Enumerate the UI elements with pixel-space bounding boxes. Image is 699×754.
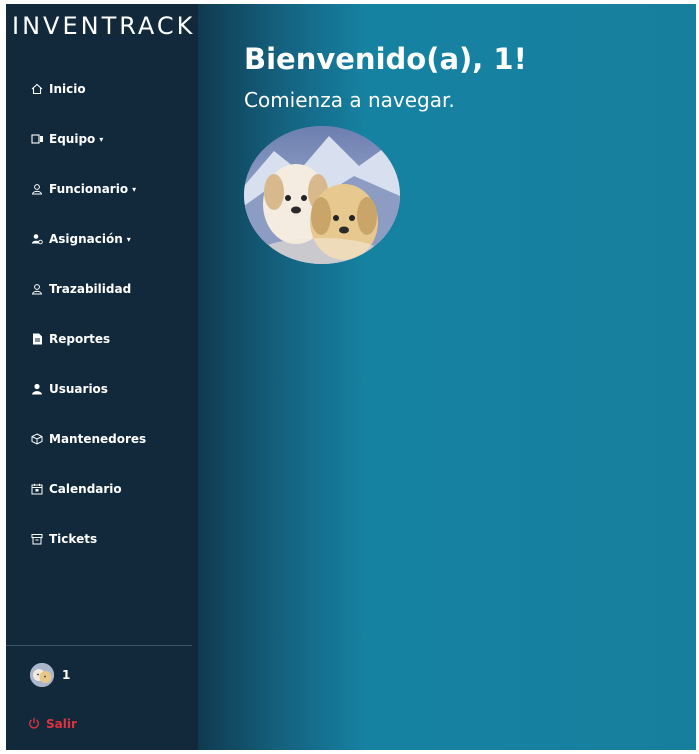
sidebar-item-tickets[interactable]: Tickets [6,524,198,554]
power-icon [28,717,40,732]
sidebar-item-label: Funcionario [49,182,129,196]
logout-button[interactable]: Salir [28,710,77,738]
brand-logo[interactable]: INVENTRACK [12,12,194,48]
user-filled-icon [30,382,44,396]
page-subtitle: Comienza a navegar. [244,88,455,112]
person-outline-icon [30,282,44,296]
sidebar-item-label: Tickets [49,532,98,546]
sidebar-item-label: Asignación [49,232,123,246]
home-icon [30,82,44,96]
user-name: 1 [62,668,71,682]
calendar-icon [30,482,44,496]
sidebar: INVENTRACK Inicio Equipo ▾ Funcionario ▾… [6,4,198,750]
chevron-down-icon: ▾ [132,184,137,194]
user-profile[interactable]: 1 [30,660,70,690]
sidebar-item-reportes[interactable]: Reportes [6,324,198,354]
sidebar-item-label: Inicio [49,82,86,96]
profile-picture [244,126,400,264]
sidebar-item-funcionario[interactable]: Funcionario ▾ [6,174,198,204]
sidebar-item-label: Calendario [49,482,122,496]
file-icon [30,332,44,346]
sidebar-item-equipo[interactable]: Equipo ▾ [6,124,198,154]
app-frame: INVENTRACK Inicio Equipo ▾ Funcionario ▾… [6,4,696,750]
chevron-down-icon: ▾ [99,134,104,144]
sidebar-item-calendario[interactable]: Calendario [6,474,198,504]
page-title: Bienvenido(a), 1! [244,42,527,76]
avatar [30,663,54,687]
archive-icon [30,532,44,546]
cube-icon [30,432,44,446]
sidebar-item-asignacion[interactable]: Asignación ▾ [6,224,198,254]
main-content: Bienvenido(a), 1! Comienza a navegar. [198,4,696,750]
logout-label: Salir [46,717,77,731]
user-assign-icon [30,232,44,246]
sidebar-item-label: Reportes [49,332,111,346]
sidebar-item-label: Usuarios [49,382,108,396]
sidebar-item-label: Mantenedores [49,432,147,446]
sidebar-item-label: Trazabilidad [49,282,132,296]
sidebar-item-usuarios[interactable]: Usuarios [6,374,198,404]
sidebar-item-label: Equipo [49,132,96,146]
person-outline-icon [30,182,44,196]
sidebar-item-mantenedores[interactable]: Mantenedores [6,424,198,454]
device-icon [30,132,44,146]
sidebar-item-trazabilidad[interactable]: Trazabilidad [6,274,198,304]
chevron-down-icon: ▾ [126,234,131,244]
sidebar-divider [6,645,192,646]
sidebar-item-inicio[interactable]: Inicio [6,74,198,104]
